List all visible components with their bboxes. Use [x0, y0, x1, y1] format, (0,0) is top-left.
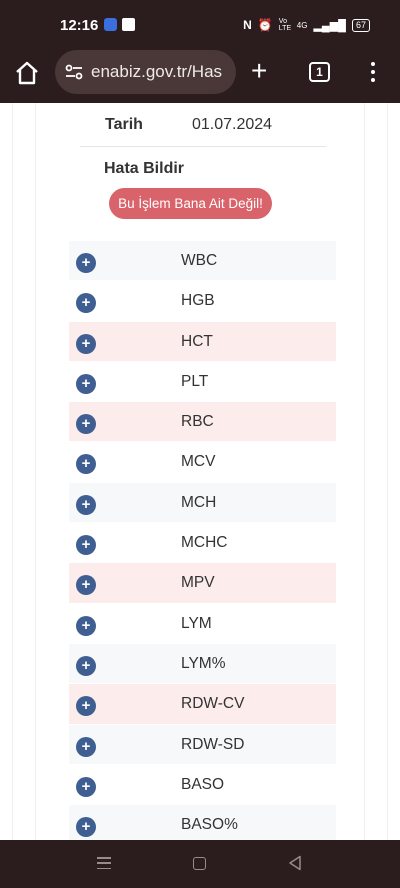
date-label: Tarih: [105, 116, 143, 133]
test-row[interactable]: + LYM: [69, 603, 336, 644]
expand-icon[interactable]: +: [76, 655, 96, 676]
test-row[interactable]: + MCHC: [69, 523, 336, 564]
home-icon[interactable]: [14, 60, 40, 86]
signal-label: 4G: [296, 20, 308, 30]
date-row: Tarih 01.07.2024: [105, 116, 272, 134]
battery-icon: 67: [351, 18, 370, 32]
status-bar: 12:16 N ⏰ Vo LTE 4G ▂▄▆█ 67: [0, 0, 400, 50]
system-nav-bar: [0, 840, 400, 888]
expand-icon[interactable]: +: [76, 776, 96, 797]
signal-icon: ▂▄▆█: [313, 19, 346, 32]
divider: [80, 146, 326, 147]
site-settings-icon[interactable]: [65, 64, 83, 80]
expand-icon[interactable]: +: [76, 293, 96, 314]
nfc-icon: N: [243, 18, 252, 32]
new-tab-button[interactable]: +: [251, 57, 267, 85]
test-row[interactable]: + BASO%: [69, 805, 336, 840]
test-row[interactable]: + RBC: [69, 402, 336, 443]
expand-icon[interactable]: +: [76, 373, 96, 394]
test-name: RDW-SD: [181, 735, 245, 753]
expand-icon[interactable]: +: [76, 253, 96, 273]
report-error-title: Hata Bildir: [104, 160, 185, 177]
tab-switcher-button[interactable]: 1: [309, 62, 330, 82]
test-name: HGB: [181, 292, 215, 310]
expand-icon[interactable]: +: [76, 575, 96, 596]
expand-icon[interactable]: +: [76, 817, 96, 838]
address-bar[interactable]: enabiz.gov.tr/Has: [55, 50, 236, 94]
expand-icon[interactable]: +: [76, 535, 96, 556]
test-row[interactable]: + MCV: [69, 442, 336, 483]
test-row[interactable]: + LYM%: [69, 643, 336, 685]
test-name: LYM%: [181, 654, 226, 672]
test-name: RBC: [181, 413, 214, 431]
test-name: BASO%: [181, 816, 238, 834]
expand-icon[interactable]: +: [76, 494, 96, 515]
test-name: MCHC: [181, 534, 228, 552]
system-indicators: N ⏰ Vo LTE 4G ▂▄▆█ 67: [243, 18, 370, 32]
test-row[interactable]: + MPV: [69, 563, 336, 604]
test-name: HCT: [181, 332, 213, 350]
volte-label: Vo LTE: [278, 18, 292, 32]
web-page: Tarih 01.07.2024 Hata Bildir Bu İşlem Ba…: [0, 103, 400, 840]
test-name: WBC: [181, 252, 218, 269]
expand-icon[interactable]: +: [76, 736, 96, 757]
date-value: 01.07.2024: [192, 116, 273, 133]
test-row[interactable]: + PLT: [69, 361, 336, 403]
expand-icon[interactable]: +: [76, 615, 96, 636]
notification-icons: [104, 18, 135, 31]
test-name: PLT: [181, 372, 209, 390]
alarm-icon: ⏰: [257, 18, 273, 32]
test-row[interactable]: + WBC: [69, 241, 336, 282]
test-row[interactable]: + HGB: [69, 281, 336, 322]
recents-icon[interactable]: [97, 857, 111, 869]
test-name: MCH: [181, 493, 217, 511]
test-name: MPV: [181, 574, 215, 592]
test-name: LYM: [181, 614, 212, 632]
test-row[interactable]: + MCH: [69, 482, 336, 524]
back-icon[interactable]: [288, 855, 302, 871]
browser-toolbar: enabiz.gov.tr/Has + 1: [0, 50, 400, 103]
test-row[interactable]: + RDW-SD: [69, 724, 336, 765]
expand-icon[interactable]: +: [76, 454, 96, 475]
test-row[interactable]: + BASO: [69, 764, 336, 806]
more-menu-button[interactable]: [364, 60, 382, 84]
expand-icon[interactable]: +: [76, 414, 96, 435]
not-my-record-button[interactable]: Bu İşlem Bana Ait Değil!: [109, 188, 272, 219]
expand-icon[interactable]: +: [76, 696, 96, 717]
test-name: MCV: [181, 453, 216, 471]
test-name: RDW-CV: [181, 695, 245, 713]
url-text[interactable]: enabiz.gov.tr/Has: [91, 62, 231, 82]
package-notification-icon: [122, 18, 135, 31]
test-row[interactable]: + RDW-CV: [69, 684, 336, 725]
expand-icon[interactable]: +: [76, 333, 96, 354]
status-time: 12:16: [60, 17, 99, 34]
test-results-list: + WBC + HGB + HCT + PLT + RBC + MCV + MCH + MCHC + MPV + LY…: [69, 241, 336, 840]
test-row[interactable]: + HCT: [69, 321, 336, 362]
test-name: BASO: [181, 775, 225, 793]
app-notification-icon: [104, 18, 117, 31]
home-nav-icon[interactable]: [193, 857, 206, 870]
